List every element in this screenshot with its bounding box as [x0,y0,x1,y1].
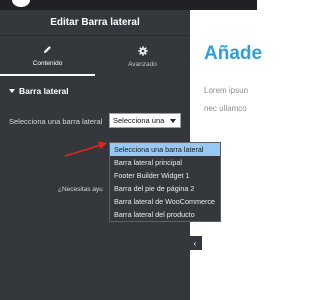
section-toggle[interactable]: Barra lateral [9,86,69,96]
dropdown-option[interactable]: Barra lateral principal [110,156,220,169]
tab-contenido[interactable]: Contenido [0,36,95,76]
content-line: nec ullamco [204,104,247,113]
logo-icon [12,0,30,7]
sidebar-dropdown: Selecciona una barra lateral Barra later… [109,142,221,222]
select-value: Selecciona una [113,116,165,125]
content-heading: Añade [204,43,263,64]
panel-tabs: Contenido Avanzado [0,36,190,76]
pointer-arrow-icon [64,141,107,157]
sidebar-select-label: Selecciona una barra lateral [9,117,103,126]
caret-down-icon [9,89,15,93]
chevron-down-icon [170,119,176,123]
tab-label: Avanzado [128,60,157,68]
tab-label: Contenido [32,59,63,67]
top-bar [0,0,257,10]
chevron-left-icon: ‹ [193,238,197,248]
dropdown-option[interactable]: Barra lateral del producto [110,208,220,221]
dropdown-option[interactable]: Footer Builder Widget 1 [110,169,220,182]
gear-icon [137,45,148,57]
panel-title: Editar Barra lateral [0,10,190,36]
collapse-panel-button[interactable]: ‹ [188,236,202,250]
content-paragraph: Lorem ipsun nec ullamco [204,82,248,118]
help-link[interactable]: ¿Necesitas ayu [58,186,103,193]
section-title: Barra lateral [19,86,69,96]
pencil-icon [43,44,52,56]
content-line: Lorem ipsun [204,86,249,95]
dropdown-option[interactable]: Selecciona una barra lateral [110,143,220,156]
tab-avanzado[interactable]: Avanzado [95,36,190,76]
sidebar-select[interactable]: Selecciona una [109,113,181,128]
dropdown-option[interactable]: Barra del pie de página 2 [110,182,220,195]
dropdown-option[interactable]: Barra lateral de WooCommerce [110,195,220,208]
